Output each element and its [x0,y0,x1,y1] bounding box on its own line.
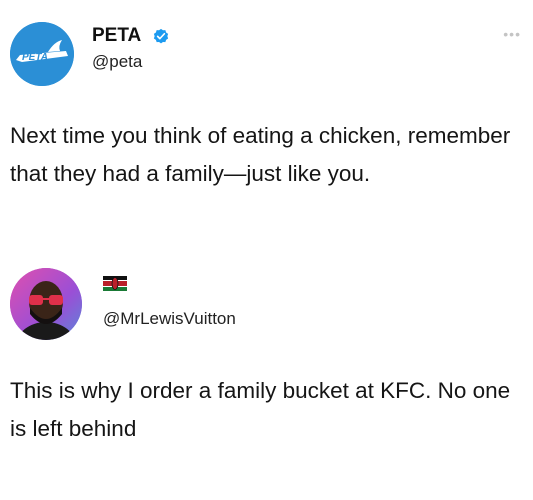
svg-text:PETA: PETA [22,52,48,63]
reply-avatar[interactable] [10,268,82,340]
kenya-flag-icon [103,276,127,291]
tweet-text: Next time you think of eating a chicken,… [10,123,511,186]
reply-header: @MrLewisVuitton [10,268,523,348]
display-name[interactable]: PETA [92,24,141,48]
user-handle[interactable]: @peta [92,50,170,74]
person-avatar-icon [10,268,82,340]
reply-text: This is why I order a family bucket at K… [10,378,511,441]
peta-avatar[interactable]: PETA [10,22,74,86]
peta-logo-icon: PETA [10,22,74,86]
tweet-header: PETA PETA @peta ••• [10,20,523,90]
name-block: PETA @peta [92,24,170,74]
verified-badge-icon [153,28,168,44]
reply-user-handle[interactable]: @MrLewisVuitton [103,308,236,330]
more-horizontal-icon[interactable]: ••• [503,26,521,42]
